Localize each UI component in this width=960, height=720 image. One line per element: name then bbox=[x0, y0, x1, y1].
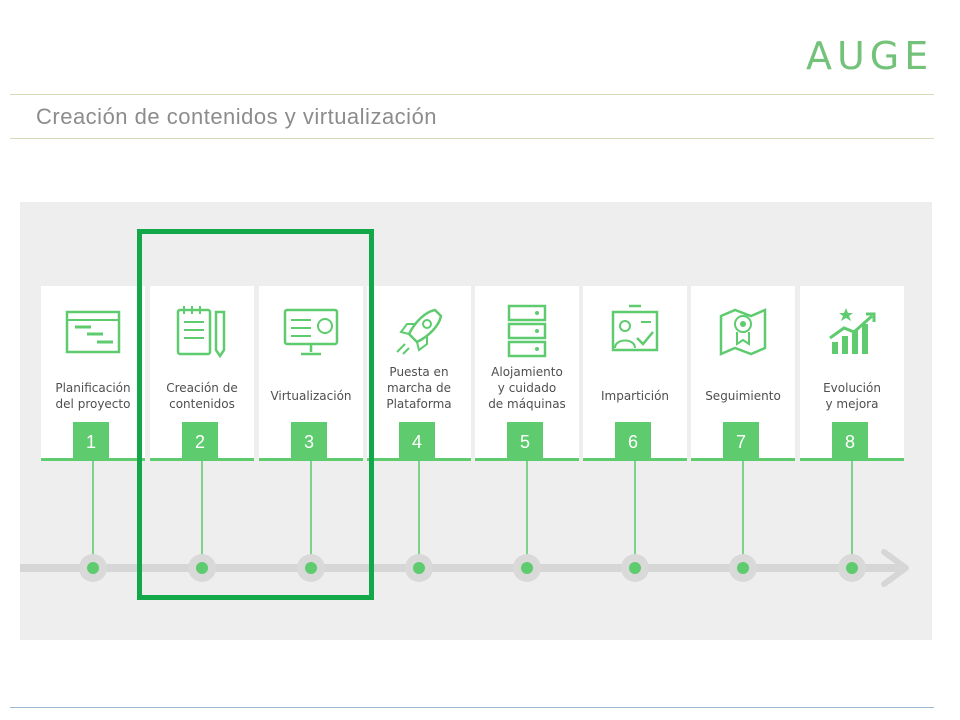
timeline-step-4: Puesta en marcha de Plataforma 4 bbox=[367, 286, 471, 460]
step-label: Planificación del proyecto bbox=[41, 380, 145, 412]
timeline-node-dot bbox=[87, 562, 99, 574]
page-title: Creación de contenidos y virtualización bbox=[36, 104, 438, 129]
gantt-chart-icon bbox=[63, 302, 123, 362]
step-label-line: Puesta en bbox=[389, 365, 449, 379]
step-label-line: Planificación bbox=[55, 381, 131, 395]
step-connector-line bbox=[851, 461, 853, 567]
step-label-line: de máquinas bbox=[488, 397, 566, 411]
step-label-line: y cuidado bbox=[497, 381, 557, 395]
auge-logo: AUGE bbox=[806, 34, 934, 78]
step-label-line: Seguimiento bbox=[705, 389, 781, 403]
step-label: Puesta en marcha de Plataforma bbox=[367, 364, 471, 412]
step-connector-line bbox=[92, 461, 94, 567]
step-label-line: y mejora bbox=[825, 397, 879, 411]
step-connector-line bbox=[526, 461, 528, 567]
growth-chart-icon bbox=[822, 302, 882, 362]
step-label: Alojamiento y cuidado de máquinas bbox=[475, 364, 579, 412]
footer-rule bbox=[10, 707, 934, 708]
timeline-node-dot bbox=[737, 562, 749, 574]
step-label: Seguimiento bbox=[691, 388, 795, 404]
rocket-icon bbox=[389, 302, 449, 362]
step-connector-line bbox=[418, 461, 420, 567]
timeline-node-dot bbox=[629, 562, 641, 574]
step-connector-line bbox=[634, 461, 636, 567]
highlight-frame bbox=[137, 229, 374, 600]
step-label-line: Evolución bbox=[823, 381, 881, 395]
timeline-step-8: Evolución y mejora 8 bbox=[800, 286, 904, 460]
server-rack-icon bbox=[497, 302, 557, 362]
timeline-node bbox=[729, 554, 757, 582]
step-label: Evolución y mejora bbox=[800, 380, 904, 412]
step-number-badge: 6 bbox=[615, 422, 651, 460]
timeline-step-7: Seguimiento 7 bbox=[691, 286, 795, 460]
step-connector-line bbox=[742, 461, 744, 567]
step-label-line: del proyecto bbox=[55, 397, 131, 411]
timeline-node-dot bbox=[521, 562, 533, 574]
timeline-step-6: Impartición 6 bbox=[583, 286, 687, 460]
timeline-node bbox=[405, 554, 433, 582]
timeline-step-5: Alojamiento y cuidado de máquinas 5 bbox=[475, 286, 579, 460]
teacher-board-icon bbox=[605, 302, 665, 362]
step-label-line: Impartición bbox=[600, 389, 670, 403]
timeline-node bbox=[79, 554, 107, 582]
eye-map-icon bbox=[713, 302, 773, 362]
step-label-line: Alojamiento bbox=[491, 365, 563, 379]
header-top-rule bbox=[10, 94, 934, 95]
timeline-node bbox=[621, 554, 649, 582]
timeline-step-1: Planificación del proyecto 1 bbox=[41, 286, 145, 460]
step-label-line: marcha de bbox=[386, 381, 452, 395]
step-number-badge: 7 bbox=[723, 422, 759, 460]
timeline-node-dot bbox=[413, 562, 425, 574]
step-number-badge: 4 bbox=[399, 422, 435, 460]
timeline-node-dot bbox=[846, 562, 858, 574]
step-label: Impartición bbox=[583, 388, 687, 404]
step-number-badge: 1 bbox=[73, 422, 109, 460]
step-label-line: Plataforma bbox=[386, 397, 452, 411]
timeline-arrow-icon bbox=[881, 549, 909, 587]
timeline-node bbox=[838, 554, 866, 582]
timeline-node bbox=[513, 554, 541, 582]
step-number-badge: 8 bbox=[832, 422, 868, 460]
step-number-badge: 5 bbox=[507, 422, 543, 460]
header-bottom-rule bbox=[10, 138, 934, 139]
